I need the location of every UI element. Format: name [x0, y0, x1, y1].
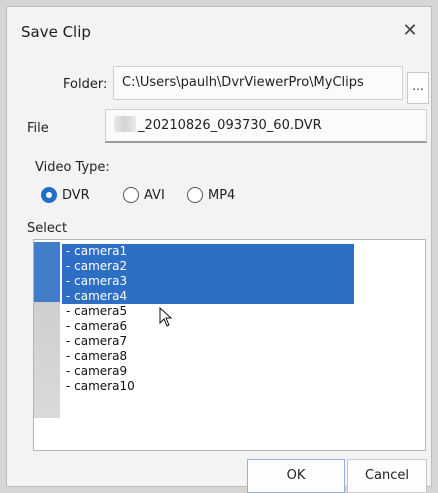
- radio-avi-label: AVI: [144, 187, 165, 203]
- radio-dvr-label: DVR: [62, 187, 90, 203]
- list-item-camera1[interactable]: - camera1: [62, 244, 354, 259]
- browse-button[interactable]: ...: [407, 72, 429, 104]
- folder-label: Folder:: [63, 77, 108, 92]
- dialog-title: Save Clip: [21, 23, 91, 41]
- video-type-label: Video Type:: [35, 160, 110, 175]
- file-name-value: _20210826_093730_60.DVR: [138, 118, 322, 133]
- camera-listbox[interactable]: - camera1 - camera2 - camera3 - camera4 …: [33, 239, 426, 451]
- title-bar: Save Clip ✕: [7, 7, 431, 53]
- radio-avi[interactable]: AVI: [123, 187, 165, 203]
- radio-mp4-label: MP4: [208, 187, 236, 203]
- radio-dvr-circle: [41, 187, 57, 203]
- list-item-camera7[interactable]: - camera7: [62, 334, 127, 349]
- save-clip-dialog: Save Clip ✕ Folder: C:\Users\paulh\DvrVi…: [6, 6, 432, 493]
- list-item-camera2[interactable]: - camera2: [62, 259, 354, 274]
- folder-field[interactable]: C:\Users\paulh\DvrViewerPro\MyClips: [113, 66, 403, 100]
- list-item-camera9[interactable]: - camera9: [62, 364, 127, 379]
- list-item-camera6[interactable]: - camera6: [62, 319, 127, 334]
- list-item-camera4[interactable]: - camera4: [62, 289, 354, 304]
- file-label: File: [27, 121, 49, 136]
- list-item-camera10[interactable]: - camera10: [62, 379, 135, 394]
- radio-avi-circle: [123, 187, 139, 203]
- radio-dvr[interactable]: DVR: [41, 187, 90, 203]
- select-label: Select: [27, 221, 68, 236]
- radio-mp4[interactable]: MP4: [187, 187, 235, 203]
- list-item-camera5[interactable]: - camera5: [62, 304, 127, 319]
- list-item-camera3[interactable]: - camera3: [62, 274, 354, 289]
- redacted-prefix: [114, 116, 136, 132]
- list-gutter: [34, 242, 60, 418]
- radio-mp4-circle: [187, 187, 203, 203]
- close-icon[interactable]: ✕: [395, 17, 425, 45]
- cancel-button[interactable]: Cancel: [347, 459, 427, 493]
- file-name-field[interactable]: _20210826_093730_60.DVR: [105, 109, 427, 143]
- list-item-camera8[interactable]: - camera8: [62, 349, 127, 364]
- ok-button[interactable]: OK: [247, 459, 345, 493]
